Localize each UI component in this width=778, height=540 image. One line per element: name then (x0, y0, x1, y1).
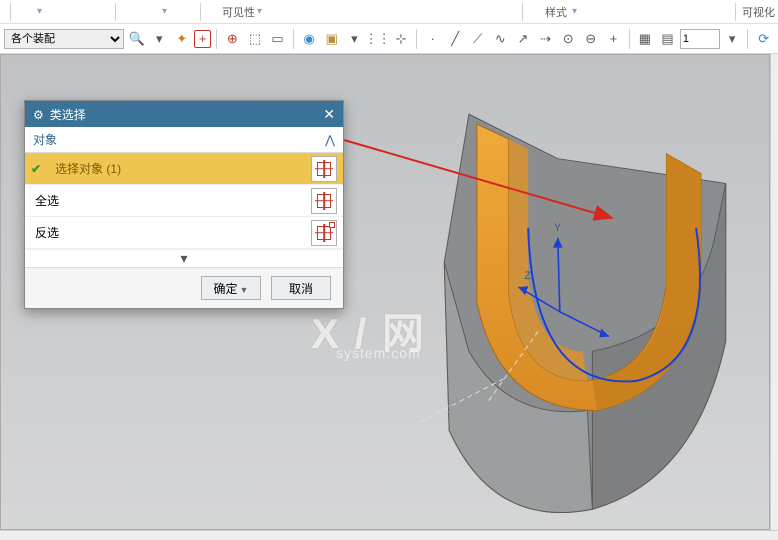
svg-text:Z: Z (524, 270, 531, 282)
num-dd-icon[interactable]: ▾ (722, 28, 743, 50)
row-invert-label: 反选 (31, 224, 305, 241)
invert-selection-icon[interactable] (311, 220, 337, 246)
box-select-icon[interactable]: ⬚ (245, 28, 266, 50)
solid-box-icon[interactable]: ▣ (321, 28, 342, 50)
tangent-icon[interactable]: ↗ (513, 28, 534, 50)
toolbar: 各个装配 🔍 ▾ ✦ + ⊕ ⬚ ▭ ◉ ▣ ▾ ⋮⋮ ⊹ · ╱ ⟋ ∿ ↗ … (0, 24, 778, 54)
ribbon-visualize-label: 可视化 (742, 4, 775, 20)
grid-icon[interactable]: ▤ (657, 28, 678, 50)
axis-icon[interactable]: ⊹ (391, 28, 412, 50)
dialog-title-text: 类选择 (33, 106, 86, 123)
toolbar-sep-1 (216, 29, 217, 49)
row-invert[interactable]: 反选 (25, 217, 343, 249)
check-icon: ✔ (31, 162, 41, 176)
toolbar-sep-2 (293, 29, 294, 49)
ok-button[interactable]: 确定▼ (201, 276, 261, 300)
svg-text:Y: Y (554, 222, 561, 234)
section-header-object[interactable]: 对象 ⋀ (25, 127, 343, 153)
marquee-icon[interactable]: ▭ (267, 28, 288, 50)
ribbon-dd-3[interactable]: ▾ (257, 6, 262, 17)
ribbon-style-label: 样式 (545, 4, 567, 20)
point-icon[interactable]: · (422, 28, 443, 50)
cancel-button[interactable]: 取消 (271, 276, 331, 300)
spline-icon[interactable]: ∿ (490, 28, 511, 50)
close-icon[interactable]: ✕ (323, 106, 335, 123)
ribbon-strip: ▾ ▾ 可见性 ▾ 样式 ▾ 可视化 (0, 0, 778, 24)
filter-icon[interactable]: 🔍 (126, 28, 147, 50)
numeric-input[interactable] (680, 29, 720, 49)
snap-dd-icon[interactable]: ▾ (344, 28, 365, 50)
ribbon-dd-4[interactable]: ▾ (572, 6, 577, 17)
ellipse-icon[interactable]: ⊖ (580, 28, 601, 50)
toolbar-sep-3 (416, 29, 417, 49)
shaded-icon[interactable]: ◉ (299, 28, 320, 50)
dialog-titlebar[interactable]: 类选择 ✕ (25, 101, 343, 127)
cube-icon[interactable]: ▦ (635, 28, 656, 50)
target-icon[interactable]: + (194, 30, 211, 48)
row-select-object[interactable]: ✔ 选择对象 (1) (25, 153, 343, 185)
row-select-all-label: 全选 (31, 192, 305, 209)
watermark-sub-text: system.com (336, 345, 421, 361)
node-icon[interactable]: ⋮⋮ (367, 28, 389, 50)
plus-icon[interactable]: + (603, 28, 624, 50)
ribbon-visibility-label: 可见性 (222, 4, 255, 20)
line-icon[interactable]: ╱ (445, 28, 466, 50)
midpoint-icon[interactable]: ⇢ (535, 28, 556, 50)
row-select-all[interactable]: 全选 (25, 185, 343, 217)
section-object-label: 对象 (33, 131, 57, 148)
expand-icon[interactable]: ▾ (25, 249, 343, 267)
toolbar-sep-4 (629, 29, 630, 49)
svg-text:X: X (447, 403, 455, 415)
arc-icon[interactable]: ⟋ (467, 28, 488, 50)
wcs-icon[interactable]: ✦ (172, 28, 193, 50)
add-cursor-icon[interactable]: ⊕ (222, 28, 243, 50)
layer-dd-icon[interactable]: ▾ (149, 28, 170, 50)
ribbon-dd-1[interactable]: ▾ (37, 6, 42, 17)
ribbon-dd-2[interactable]: ▾ (162, 6, 167, 17)
scrollbar-vertical[interactable] (770, 54, 778, 530)
class-selection-dialog: 类选择 ✕ 对象 ⋀ ✔ 选择对象 (1) 全选 反选 ▾ 确定▼ 取消 (24, 100, 344, 309)
ok-button-label: 确定 (214, 282, 238, 296)
refresh-icon[interactable]: ⟳ (753, 28, 774, 50)
scrollbar-horizontal[interactable] (0, 530, 778, 540)
select-object-icon[interactable] (311, 156, 337, 182)
row-select-object-label: 选择对象 (1) (51, 160, 305, 177)
assembly-selector[interactable]: 各个装配 (4, 29, 124, 49)
collapse-icon[interactable]: ⋀ (325, 133, 335, 147)
circle-icon[interactable]: ⊙ (558, 28, 579, 50)
toolbar-sep-5 (747, 29, 748, 49)
select-all-icon[interactable] (311, 188, 337, 214)
dialog-footer: 确定▼ 取消 (25, 267, 343, 308)
